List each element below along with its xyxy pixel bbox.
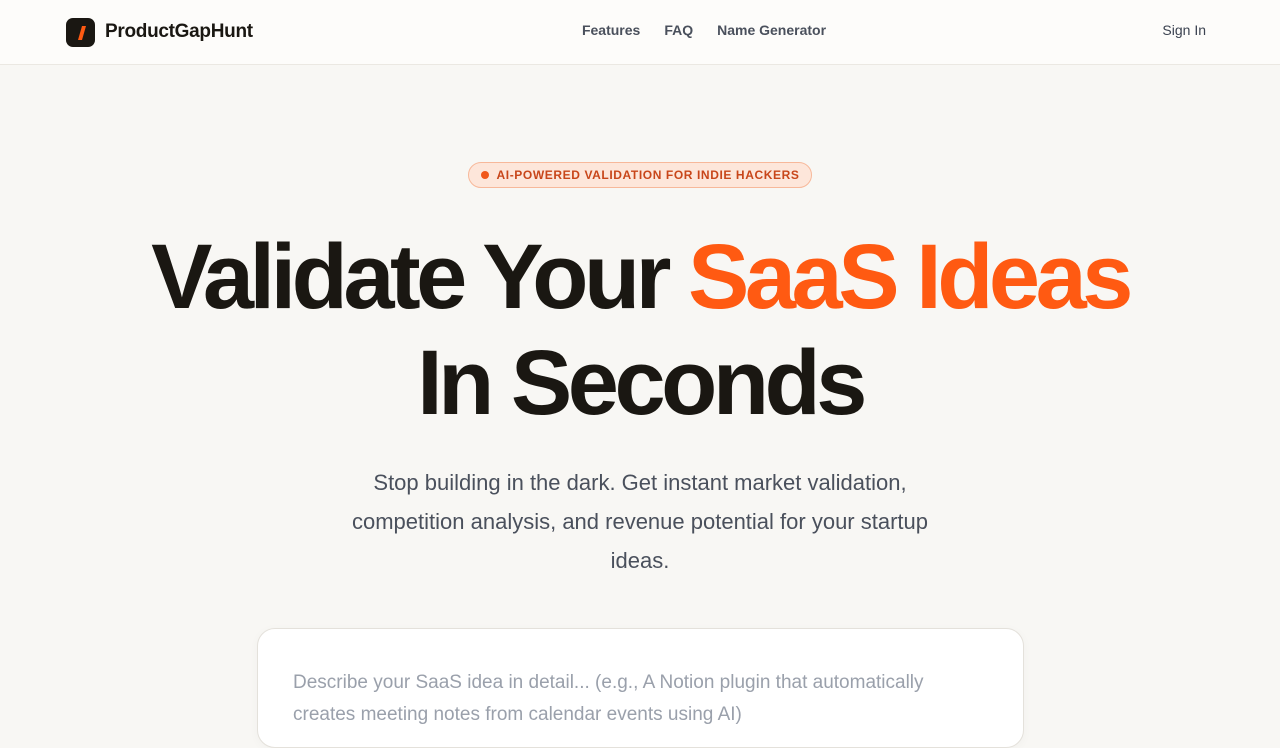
hero-badge: AI-POWERED VALIDATION FOR INDIE HACKERS <box>468 162 812 188</box>
hero-title-part2: In Seconds <box>417 332 867 434</box>
brand-name: ProductGapHunt <box>105 21 253 42</box>
hero-title-part1: Validate Your <box>151 226 671 328</box>
brand-logo[interactable]: ProductGapHunt <box>66 17 253 47</box>
slash-logo-icon <box>66 17 95 47</box>
hero-title: Validate Your SaaS Ideas In Seconds <box>0 224 1280 436</box>
sign-in-button[interactable]: Sign In <box>1162 22 1206 38</box>
idea-input-card <box>257 628 1024 748</box>
hero-badge-text: AI-POWERED VALIDATION FOR INDIE HACKERS <box>496 168 800 182</box>
hero-title-accent: SaaS Ideas <box>688 226 1133 328</box>
idea-description-input[interactable] <box>293 667 983 747</box>
status-dot-icon <box>480 171 489 179</box>
site-header: ProductGapHunt Features FAQ Name Generat… <box>0 0 1280 65</box>
nav-link-name-generator[interactable]: Name Generator <box>717 22 826 38</box>
hero-subtitle: Stop building in the dark. Get instant m… <box>352 470 928 573</box>
nav-link-faq[interactable]: FAQ <box>664 22 693 38</box>
nav-link-features[interactable]: Features <box>582 22 640 38</box>
